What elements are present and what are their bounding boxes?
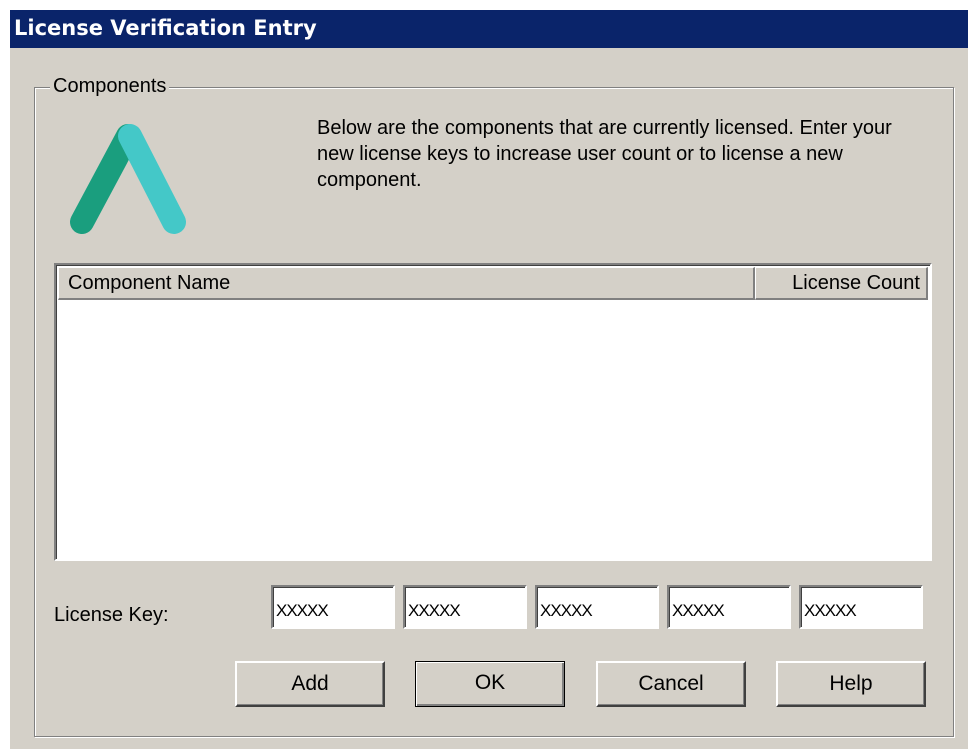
- license-key-segment-2[interactable]: [403, 585, 527, 629]
- components-group-label: Components: [50, 75, 170, 98]
- license-key-segment-3[interactable]: [535, 585, 659, 629]
- component-list-header: Component Name License Count: [58, 267, 928, 300]
- column-header-component-name[interactable]: Component Name: [58, 267, 755, 300]
- title-bar[interactable]: License Verification Entry: [10, 10, 968, 48]
- component-list-body[interactable]: [58, 300, 928, 557]
- license-key-label: License Key:: [54, 604, 169, 626]
- license-key-segment-5[interactable]: [799, 585, 923, 629]
- components-description: Below are the components that are curren…: [317, 117, 892, 191]
- app-logo-icon: [70, 124, 186, 234]
- add-button[interactable]: Add: [235, 661, 385, 707]
- component-list[interactable]: Component Name License Count: [54, 263, 932, 561]
- help-button[interactable]: Help: [776, 661, 926, 707]
- license-key-segment-4[interactable]: [667, 585, 791, 629]
- column-header-license-count[interactable]: License Count: [755, 267, 928, 300]
- cancel-button[interactable]: Cancel: [596, 661, 746, 707]
- ok-button[interactable]: OK: [415, 661, 565, 707]
- window-title: License Verification Entry: [14, 16, 317, 40]
- license-key-segment-1[interactable]: [271, 585, 395, 629]
- license-dialog: License Verification Entry Components Be…: [10, 10, 968, 749]
